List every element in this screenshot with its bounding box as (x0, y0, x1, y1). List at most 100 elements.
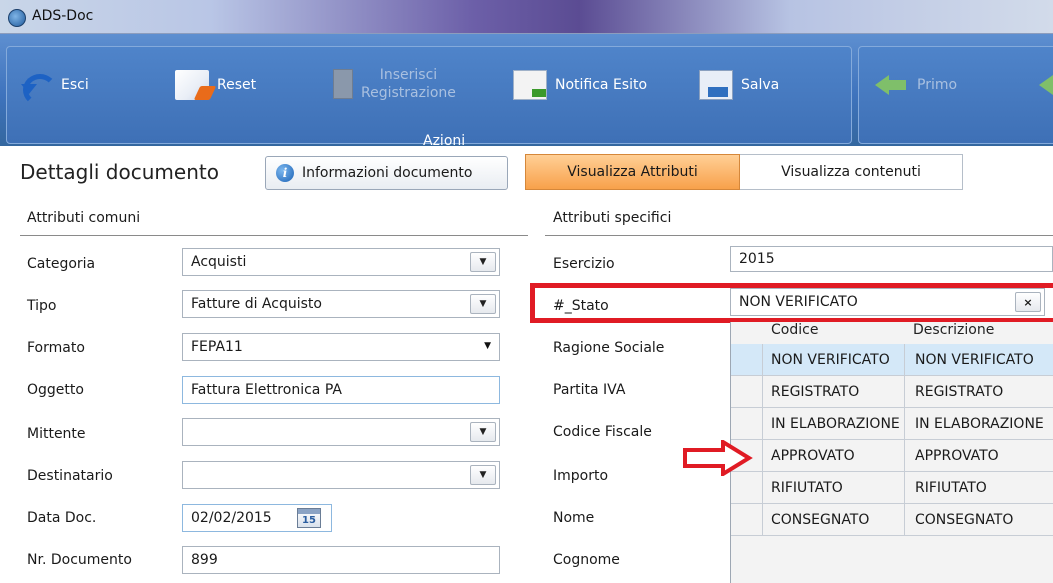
insert-record-label-2: Registrazione (361, 85, 456, 101)
document-date-value: 02/02/2015 (191, 510, 272, 526)
type-combo[interactable]: Fatture di Acquisto ▼ (182, 290, 500, 318)
category-label: Categoria (27, 256, 96, 272)
document-number-label: Nr. Documento (27, 552, 132, 568)
row-header (731, 408, 763, 440)
grid-row[interactable]: REGISTRATO REGISTRATO (731, 376, 1053, 408)
document-date-label: Data Doc. (27, 510, 97, 526)
amount-label: Importo (553, 468, 609, 484)
app-icon (8, 9, 26, 27)
notify-outcome-icon (513, 70, 547, 100)
arrow-left-icon (875, 70, 909, 100)
document-info-button[interactable]: i Informazioni documento (265, 156, 508, 190)
subject-value: Fattura Elettronica PA (191, 382, 342, 398)
save-label: Salva (741, 77, 780, 93)
document-number-field[interactable]: 899 (182, 546, 500, 574)
insert-record-icon (333, 69, 353, 99)
grid-cell-description: IN ELABORAZIONE (905, 408, 1053, 440)
notify-outcome-label: Notifica Esito (555, 77, 648, 93)
tab-view-contents[interactable]: Visualizza contenuti (740, 154, 963, 190)
ribbon-group-navigation: Primo (858, 46, 1053, 144)
notify-outcome-button[interactable]: Notifica Esito (513, 65, 647, 105)
fiscal-year-field[interactable]: 2015 (730, 246, 1053, 272)
divider (20, 235, 528, 236)
grid-cell-code: RIFIUTATO (763, 472, 905, 504)
first-name-label: Nome (553, 510, 595, 526)
type-value: Fatture di Acquisto (191, 296, 322, 312)
status-highlight-box (530, 283, 1053, 323)
row-header (731, 504, 763, 536)
tax-code-label: Codice Fiscale (553, 424, 652, 440)
grid-header-code[interactable]: Codice (771, 322, 818, 342)
common-attributes-heading: Attributi comuni (27, 210, 141, 226)
grid-cell-description: REGISTRATO (905, 376, 1053, 408)
grid-cell-description: APPROVATO (905, 440, 1053, 472)
row-header (731, 472, 763, 504)
recipient-combo[interactable]: ▼ (182, 461, 500, 489)
type-label: Tipo (27, 298, 57, 314)
save-icon (699, 70, 733, 100)
title-bar: ADS-Doc (0, 0, 1053, 34)
insert-record-button[interactable]: Inserisci Registrazione (333, 59, 456, 109)
grid-header-description[interactable]: Descrizione (913, 322, 994, 342)
divider (545, 235, 1053, 236)
calendar-day: 15 (302, 515, 316, 526)
last-name-label: Cognome (553, 552, 620, 568)
chevron-down-icon[interactable]: ▼ (470, 294, 496, 314)
subject-field[interactable]: Fattura Elettronica PA (182, 376, 500, 404)
chevron-down-icon[interactable]: ▼ (470, 422, 496, 442)
document-info-label: Informazioni documento (302, 165, 473, 181)
info-icon: i (276, 164, 294, 182)
grid-cell-code: APPROVATO (763, 440, 905, 472)
first-record-button[interactable]: Primo (875, 65, 957, 105)
vat-number-label: Partita IVA (553, 382, 626, 398)
fiscal-year-value: 2015 (739, 251, 775, 267)
grid-cell-description: CONSEGNATO (905, 504, 1053, 536)
document-number-value: 899 (191, 552, 218, 568)
exit-label: Esci (61, 77, 89, 93)
insert-record-label-1: Inserisci (379, 67, 438, 83)
category-combo[interactable]: Acquisti ▼ (182, 248, 500, 276)
reset-label: Reset (217, 77, 257, 93)
grid-cell-code: CONSEGNATO (763, 504, 905, 536)
chevron-down-icon[interactable]: ▼ (470, 465, 496, 485)
row-header (731, 344, 763, 376)
exit-icon (19, 70, 57, 106)
format-label: Formato (27, 340, 85, 356)
first-record-label: Primo (917, 77, 958, 93)
specific-attributes-heading: Attributi specifici (553, 210, 672, 226)
calendar-icon[interactable]: 15 (297, 508, 321, 528)
previous-record-button[interactable] (1039, 65, 1053, 105)
grid-row[interactable]: APPROVATO APPROVATO (731, 440, 1053, 472)
grid-cell-code: IN ELABORAZIONE (763, 408, 905, 440)
ribbon-group-label: Azioni (423, 133, 466, 149)
category-value: Acquisti (191, 254, 247, 270)
grid-cell-description: NON VERIFICATO (905, 344, 1053, 376)
sender-combo[interactable]: ▼ (182, 418, 500, 446)
grid-cell-code: REGISTRATO (763, 376, 905, 408)
reset-button[interactable]: Reset (175, 65, 256, 105)
sender-label: Mittente (27, 426, 86, 442)
tab-view-attributes[interactable]: Visualizza Attributi (525, 154, 740, 190)
status-dropdown-grid: Codice Descrizione NON VERIFICATO NON VE… (730, 322, 1053, 583)
exit-button[interactable]: Esci (19, 65, 89, 106)
format-select[interactable]: FEPA11 ▼ (182, 333, 500, 361)
company-name-label: Ragione Sociale (553, 340, 665, 356)
reset-icon (175, 70, 209, 100)
recipient-label: Destinatario (27, 468, 113, 484)
arrow-left-icon (1039, 70, 1053, 100)
chevron-down-icon: ▼ (484, 341, 491, 351)
ribbon-group-azioni: Esci Reset Inserisci Registrazione Notif… (6, 46, 852, 149)
red-arrow-annotation (683, 440, 753, 476)
window-title: ADS-Doc (32, 8, 94, 24)
grid-row[interactable]: NON VERIFICATO NON VERIFICATO (731, 344, 1053, 376)
fiscal-year-label: Esercizio (553, 256, 615, 272)
document-date-field[interactable]: 02/02/2015 15 (182, 504, 332, 532)
grid-row[interactable]: CONSEGNATO CONSEGNATO (731, 504, 1053, 536)
grid-row[interactable]: RIFIUTATO RIFIUTATO (731, 472, 1053, 504)
save-button[interactable]: Salva (699, 65, 779, 105)
row-header (731, 376, 763, 408)
chevron-down-icon[interactable]: ▼ (470, 252, 496, 272)
grid-cell-description: RIFIUTATO (905, 472, 1053, 504)
grid-cell-code: NON VERIFICATO (763, 344, 905, 376)
grid-row[interactable]: IN ELABORAZIONE IN ELABORAZIONE (731, 408, 1053, 440)
